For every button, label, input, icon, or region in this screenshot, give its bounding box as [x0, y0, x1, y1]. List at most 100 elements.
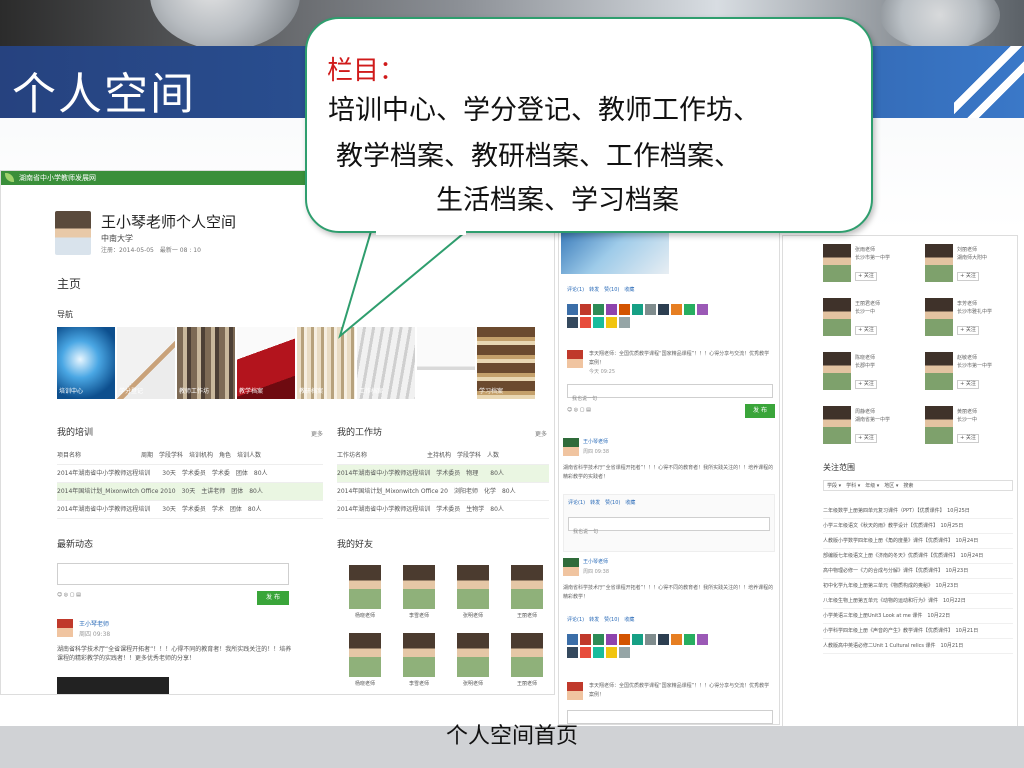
friend-card[interactable]: 王丽老师: [501, 565, 553, 623]
table-row[interactable]: 2014年湖南省中小学教师远程培训 30天 学术委员 学术委 团体 80人: [57, 465, 323, 483]
liker-avatar[interactable]: [619, 634, 630, 645]
post-author[interactable]: 王小琴老师: [583, 558, 608, 567]
friend-card[interactable]: 杨晓老师: [339, 633, 391, 691]
liker-avatar[interactable]: [671, 304, 682, 315]
follow-button[interactable]: + 关注: [855, 326, 877, 335]
liker-avatar[interactable]: [619, 304, 630, 315]
liker-avatar[interactable]: [580, 304, 591, 315]
nav-tile-teaching-archive[interactable]: 教学档案: [237, 327, 295, 399]
follow-button[interactable]: + 关注: [855, 434, 877, 443]
person-card[interactable]: 刘丽老师 湖南师大附中 + 关注: [925, 244, 1017, 288]
list-item[interactable]: 二年级数学上册第四单元复习课件（PPT）【优质课件】 10月25日: [823, 504, 1013, 519]
reply-input[interactable]: 我也说一句: [567, 384, 773, 402]
table-row[interactable]: 2014年国培计划_Mixonwitch Office 20 浏阳老师 化学 8…: [337, 483, 549, 501]
person-card[interactable]: 黄丽老师 长沙一中 + 关注: [925, 406, 1017, 450]
follow-button[interactable]: + 关注: [957, 326, 979, 335]
table-row[interactable]: 2014年湖南省中小学教师远程培训 学术委员 物理 80人: [337, 465, 549, 483]
list-item[interactable]: 八年级生物上册第五单元《动物的运动和行为》课件 10月22日: [823, 594, 1013, 609]
action-bar[interactable]: 评论(1) 转发 赞(10) 收藏: [567, 616, 634, 625]
friend-card[interactable]: 李雪老师: [393, 565, 445, 623]
liker-avatar[interactable]: [606, 634, 617, 645]
nav-tile-life-archive[interactable]: 生活档案: [417, 327, 475, 399]
workshop-more-link[interactable]: 更多: [535, 429, 547, 438]
liker-avatar[interactable]: [593, 634, 604, 645]
liker-avatar[interactable]: [567, 634, 578, 645]
friend-card[interactable]: 张明老师: [447, 633, 499, 691]
liker-avatar[interactable]: [567, 304, 578, 315]
post-avatar[interactable]: [563, 438, 579, 456]
liker-avatar[interactable]: [606, 304, 617, 315]
list-item[interactable]: 人教版小学数学四年级上册《角的度量》课件【优质课件】 10月24日: [823, 534, 1013, 549]
list-item[interactable]: 初中化学九年级上册第三单元《物质构成的奥秘》 10月23日: [823, 579, 1013, 594]
liker-avatar[interactable]: [658, 634, 669, 645]
follow-button[interactable]: + 关注: [957, 272, 979, 281]
liker-avatar[interactable]: [671, 634, 682, 645]
list-item[interactable]: 高中物理必修一《力的合成与分解》课件【优质课件】 10月23日: [823, 564, 1013, 579]
comment-avatar[interactable]: [567, 350, 583, 368]
person-card[interactable]: 赵敏老师 长沙市第一中学 + 关注: [925, 352, 1017, 396]
liker-avatar[interactable]: [567, 317, 578, 328]
follow-button[interactable]: + 关注: [957, 434, 979, 443]
friend-card[interactable]: 王丽老师: [501, 633, 553, 691]
reply-input[interactable]: 我也说一句: [568, 517, 770, 535]
liker-avatar[interactable]: [632, 634, 643, 645]
post-image[interactable]: [57, 677, 169, 694]
liker-avatar[interactable]: [619, 317, 630, 328]
liker-avatar[interactable]: [593, 317, 604, 328]
liker-avatar[interactable]: [580, 317, 591, 328]
friend-card[interactable]: 杨晓老师: [339, 565, 391, 623]
liker-avatar[interactable]: [632, 304, 643, 315]
nav-tile-training-center[interactable]: 培训中心: [57, 327, 115, 399]
activity-input[interactable]: [57, 563, 289, 585]
person-card[interactable]: 陈晓老师 长郡中学 + 关注: [823, 352, 923, 396]
nav-tile-teacher-workshop[interactable]: 教师工作坊: [177, 327, 235, 399]
list-item[interactable]: 人教版高中英语必修二Unit 1 Cultural relics 课件 10月2…: [823, 639, 1013, 654]
post-author[interactable]: 王小琴老师: [79, 619, 109, 628]
follow-button[interactable]: + 关注: [855, 272, 877, 281]
liker-avatar[interactable]: [606, 317, 617, 328]
post-avatar[interactable]: [57, 619, 73, 637]
list-item[interactable]: 部编版七年级语文上册《济南的冬天》优质课件【优质课件】 10月24日: [823, 549, 1013, 564]
liker-avatar[interactable]: [580, 634, 591, 645]
friend-card[interactable]: 李雪老师: [393, 633, 445, 691]
liker-avatar[interactable]: [580, 647, 591, 658]
liker-avatar[interactable]: [684, 634, 695, 645]
post-author[interactable]: 王小琴老师: [583, 438, 608, 447]
liker-avatar[interactable]: [619, 647, 630, 658]
nav-tile-research-archive[interactable]: 教研档案: [297, 327, 355, 399]
liker-avatar[interactable]: [567, 647, 578, 658]
emoji-image-icons[interactable]: ☺ ◎ ▢ ▤: [57, 591, 81, 600]
friend-card[interactable]: 张明老师: [447, 565, 499, 623]
nav-tile-work-archive[interactable]: 工作档案: [357, 327, 415, 399]
nav-tile-study-archive[interactable]: 学习档案: [477, 327, 535, 399]
table-row[interactable]: 2014年湖南省中小学教师远程培训 学术委员 生物学 80人: [337, 501, 549, 519]
comment-avatar[interactable]: [567, 682, 583, 700]
liker-avatar[interactable]: [593, 647, 604, 658]
liker-avatar[interactable]: [684, 304, 695, 315]
list-item[interactable]: 小学三年级语文《秋天的雨》教学设计【优质课件】 10月25日: [823, 519, 1013, 534]
person-card[interactable]: 李芳老师 长沙市雅礼中学 + 关注: [925, 298, 1017, 342]
publish-button[interactable]: 发 布: [257, 591, 289, 605]
publish-button[interactable]: 发 布: [745, 404, 775, 418]
person-card[interactable]: 王丽君老师 长沙一中 + 关注: [823, 298, 923, 342]
action-bar[interactable]: 评论(1) 转发 赞(10) 收藏: [568, 499, 635, 508]
list-item[interactable]: 小学科学四年级上册《声音的产生》教学课件【优质课件】 10月21日: [823, 624, 1013, 639]
post-avatar[interactable]: [563, 558, 579, 576]
liker-avatar[interactable]: [645, 304, 656, 315]
person-card[interactable]: 张雨老师 长沙市第一中学 + 关注: [823, 244, 923, 288]
filter-bar[interactable]: 学段 ▾ 学科 ▾ 年级 ▾ 地区 ▾ 搜索: [823, 480, 1013, 491]
follow-button[interactable]: + 关注: [855, 380, 877, 389]
liker-avatar[interactable]: [697, 634, 708, 645]
emoji-image-icons[interactable]: ☺ ◎ ▢ ▤: [567, 406, 591, 415]
training-more-link[interactable]: 更多: [311, 429, 323, 438]
liker-avatar[interactable]: [658, 304, 669, 315]
table-row[interactable]: 2014年国培计划_Mixonwitch Office 2010 30天 主讲老…: [57, 483, 323, 501]
liker-avatar[interactable]: [593, 304, 604, 315]
avatar[interactable]: [55, 211, 91, 255]
liker-avatar[interactable]: [606, 647, 617, 658]
nav-tile-credit-registration[interactable]: 学分登记: [117, 327, 175, 399]
liker-avatar[interactable]: [697, 304, 708, 315]
follow-button[interactable]: + 关注: [957, 380, 979, 389]
liker-avatar[interactable]: [645, 634, 656, 645]
list-item[interactable]: 小学英语三年级上册Unit3 Look at me 课件 10月22日: [823, 609, 1013, 624]
